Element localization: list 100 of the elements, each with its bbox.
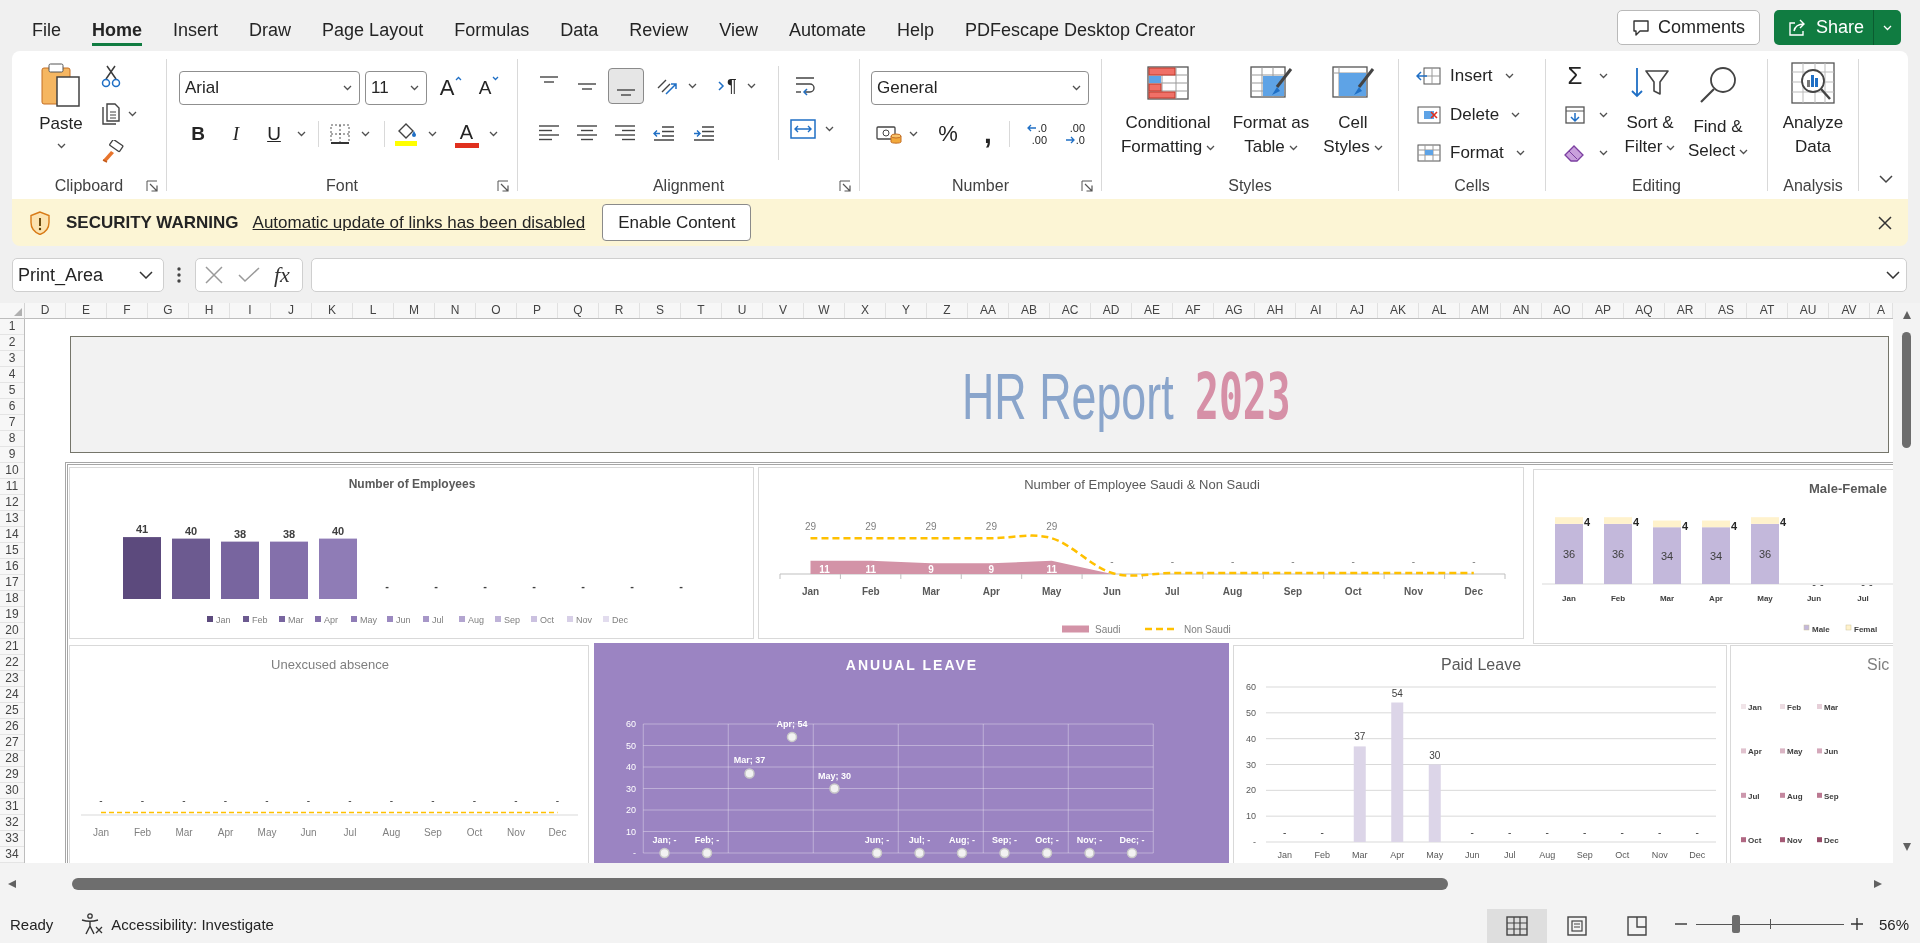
bold-button[interactable]: B — [185, 118, 211, 150]
column-header[interactable]: I — [230, 303, 271, 318]
comma-style-button[interactable]: , — [978, 118, 998, 150]
shrink-font-button[interactable]: A — [475, 72, 503, 104]
row-header[interactable]: 28 — [0, 751, 24, 767]
column-header[interactable]: AM — [1460, 303, 1501, 318]
column-header[interactable]: X — [845, 303, 886, 318]
scrollbar-thumb[interactable] — [1902, 332, 1911, 448]
formula-input[interactable] — [311, 258, 1907, 292]
menu-tab[interactable]: Review — [629, 15, 689, 46]
corner-arrow-icon[interactable] — [146, 180, 158, 192]
column-header[interactable]: AJ — [1337, 303, 1378, 318]
row-header[interactable]: 6 — [0, 399, 24, 415]
scrollbar-thumb[interactable] — [72, 878, 1448, 890]
column-header[interactable]: P — [517, 303, 558, 318]
column-header[interactable]: V — [763, 303, 804, 318]
row-header[interactable]: 3 — [0, 351, 24, 367]
grow-font-button[interactable]: A — [437, 72, 465, 104]
enable-content-button[interactable]: Enable Content — [602, 204, 752, 241]
format-cells-button[interactable]: Format — [1416, 137, 1525, 169]
row-header[interactable]: 26 — [0, 719, 24, 735]
row-header[interactable]: 21 — [0, 639, 24, 655]
number-format-dropdown[interactable]: General — [871, 71, 1089, 105]
column-header[interactable]: G — [148, 303, 189, 318]
slider-thumb[interactable] — [1731, 915, 1740, 933]
caret-icon[interactable] — [1886, 271, 1900, 279]
row-header[interactable]: 11 — [0, 479, 24, 495]
conditional-formatting-button[interactable]: Conditional Formatting — [1114, 51, 1222, 169]
row-header[interactable]: 32 — [0, 815, 24, 831]
row-header[interactable]: 7 — [0, 415, 24, 431]
row-header[interactable]: 4 — [0, 367, 24, 383]
row-header[interactable]: 12 — [0, 495, 24, 511]
close-button[interactable] — [1878, 215, 1892, 230]
right-arrow-icon[interactable] — [1873, 879, 1883, 889]
row-header[interactable]: 15 — [0, 543, 24, 559]
row-header[interactable]: 23 — [0, 671, 24, 687]
column-header[interactable]: L — [353, 303, 394, 318]
column-header[interactable]: U — [722, 303, 763, 318]
row-header[interactable]: 10 — [0, 463, 24, 479]
menu-tab[interactable]: Formulas — [454, 15, 530, 46]
up-arrow-icon[interactable] — [1901, 310, 1912, 320]
column-header[interactable]: Z — [927, 303, 968, 318]
column-header[interactable]: AO — [1542, 303, 1583, 318]
insert-cells-button[interactable]: Insert — [1416, 60, 1514, 92]
row-header[interactable]: 8 — [0, 431, 24, 447]
column-header[interactable]: O — [476, 303, 517, 318]
column-header[interactable]: F — [107, 303, 148, 318]
row-header[interactable]: 17 — [0, 575, 24, 591]
column-header[interactable]: M — [394, 303, 435, 318]
column-header[interactable]: AE — [1132, 303, 1173, 318]
menu-tab[interactable]: Insert — [173, 15, 219, 46]
row-header[interactable]: 22 — [0, 655, 24, 671]
percent-button[interactable]: % — [936, 118, 960, 150]
column-header[interactable]: AG — [1214, 303, 1255, 318]
decrease-decimal-button[interactable]: .00 .0 — [1055, 118, 1085, 150]
share-button[interactable]: Share — [1773, 10, 1901, 45]
cancel-icon[interactable] — [205, 266, 223, 284]
row-header[interactable]: 19 — [0, 607, 24, 623]
name-box[interactable]: Print_Area — [12, 258, 164, 292]
underline-button[interactable]: U — [261, 118, 306, 150]
column-header[interactable]: AI — [1296, 303, 1337, 318]
column-header[interactable]: S — [640, 303, 681, 318]
check-icon[interactable] — [238, 267, 260, 283]
column-header[interactable]: J — [271, 303, 312, 318]
column-header[interactable]: AB — [1009, 303, 1050, 318]
font-name-dropdown[interactable]: Arial — [179, 71, 360, 105]
column-header[interactable]: AH — [1255, 303, 1296, 318]
column-header[interactable]: D — [25, 303, 66, 318]
row-header[interactable]: 30 — [0, 783, 24, 799]
row-header[interactable]: 16 — [0, 559, 24, 575]
row-header[interactable]: 27 — [0, 735, 24, 751]
row-header[interactable]: 2 — [0, 335, 24, 351]
collapse-ribbon-button[interactable] — [1878, 174, 1894, 184]
paste-button[interactable]: Paste — [30, 51, 92, 165]
left-arrow-icon[interactable] — [7, 879, 17, 889]
column-header[interactable]: AS — [1706, 303, 1747, 318]
delete-cells-button[interactable]: Delete — [1416, 98, 1521, 131]
column-header[interactable]: R — [599, 303, 640, 318]
column-header[interactable]: AK — [1378, 303, 1419, 318]
menu-tab[interactable]: Page Layout — [322, 15, 424, 46]
format-as-table-button[interactable]: Format as Table — [1223, 51, 1319, 169]
column-header[interactable]: AF — [1173, 303, 1214, 318]
row-header[interactable]: 31 — [0, 799, 24, 815]
column-header[interactable]: T — [681, 303, 722, 318]
italic-button[interactable]: I — [223, 118, 249, 150]
row-header[interactable]: 1 — [0, 319, 24, 335]
column-header[interactable]: W — [804, 303, 845, 318]
menu-tab[interactable]: Automate — [788, 15, 866, 46]
column-header[interactable]: H — [189, 303, 230, 318]
row-header[interactable]: 5 — [0, 383, 24, 399]
row-header[interactable]: 33 — [0, 831, 24, 847]
down-arrow-icon[interactable] — [1901, 842, 1912, 852]
column-header[interactable]: Q — [558, 303, 599, 318]
column-header[interactable]: AV — [1829, 303, 1870, 318]
corner-arrow-icon[interactable] — [497, 180, 509, 192]
align-bottom-button[interactable] — [608, 68, 644, 104]
corner-arrow-icon[interactable] — [839, 180, 851, 192]
corner-arrow-icon[interactable] — [1081, 180, 1093, 192]
column-header[interactable]: Y — [886, 303, 927, 318]
normal-view-button[interactable] — [1486, 909, 1547, 943]
